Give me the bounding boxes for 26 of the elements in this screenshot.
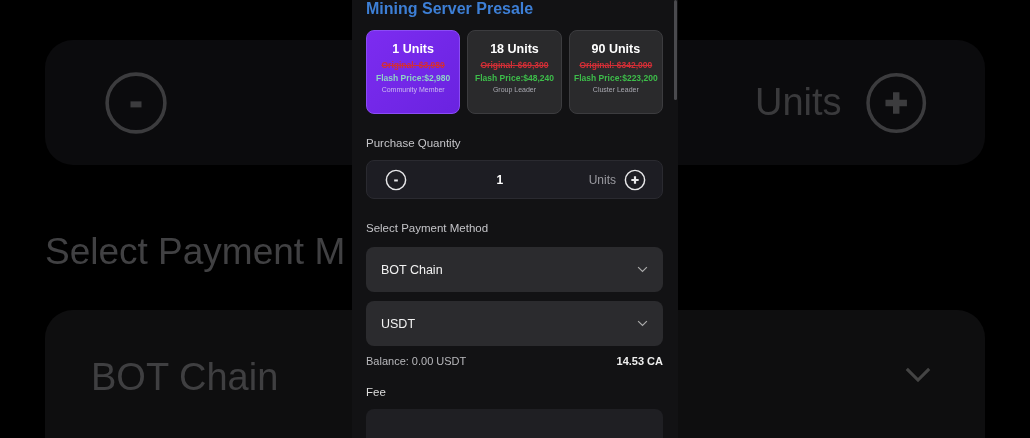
original-price: Original: $3,980 (381, 60, 445, 70)
quantity-value[interactable]: 1 (407, 172, 589, 187)
network-select[interactable]: BOT Chain (366, 247, 663, 292)
package-units: 1 Units (392, 42, 434, 56)
plus-icon[interactable] (624, 168, 646, 191)
flash-price: Flash Price:$48,240 (475, 73, 554, 83)
chevron-down-icon (637, 266, 648, 273)
balance-amount: 14.53 CA (616, 355, 663, 367)
scrollbar[interactable] (674, 0, 677, 100)
token-select[interactable]: USDT (366, 301, 663, 346)
chevron-down-icon (904, 365, 932, 383)
original-price: Original: $69,300 (480, 60, 549, 70)
original-price: Original: $342,000 (579, 60, 653, 70)
package-units: 18 Units (490, 42, 539, 56)
minus-icon[interactable] (385, 168, 407, 191)
flash-price: Flash Price:$223,200 (574, 73, 658, 83)
chevron-down-icon (637, 320, 648, 327)
page-title: Mining Server Presale (366, 0, 535, 18)
section-label: Select Payment Method (366, 221, 490, 235)
balance-text: Balance: 0.00 USDT (366, 355, 467, 367)
section-label: Purchase Quantity (366, 136, 462, 150)
package-units: 90 Units (591, 42, 641, 56)
section-label: Select Payment M (45, 233, 346, 270)
unit-label: Units (588, 172, 616, 187)
section-label: Fee (366, 386, 387, 398)
flash-price: Flash Price:$2,980 (376, 73, 451, 83)
